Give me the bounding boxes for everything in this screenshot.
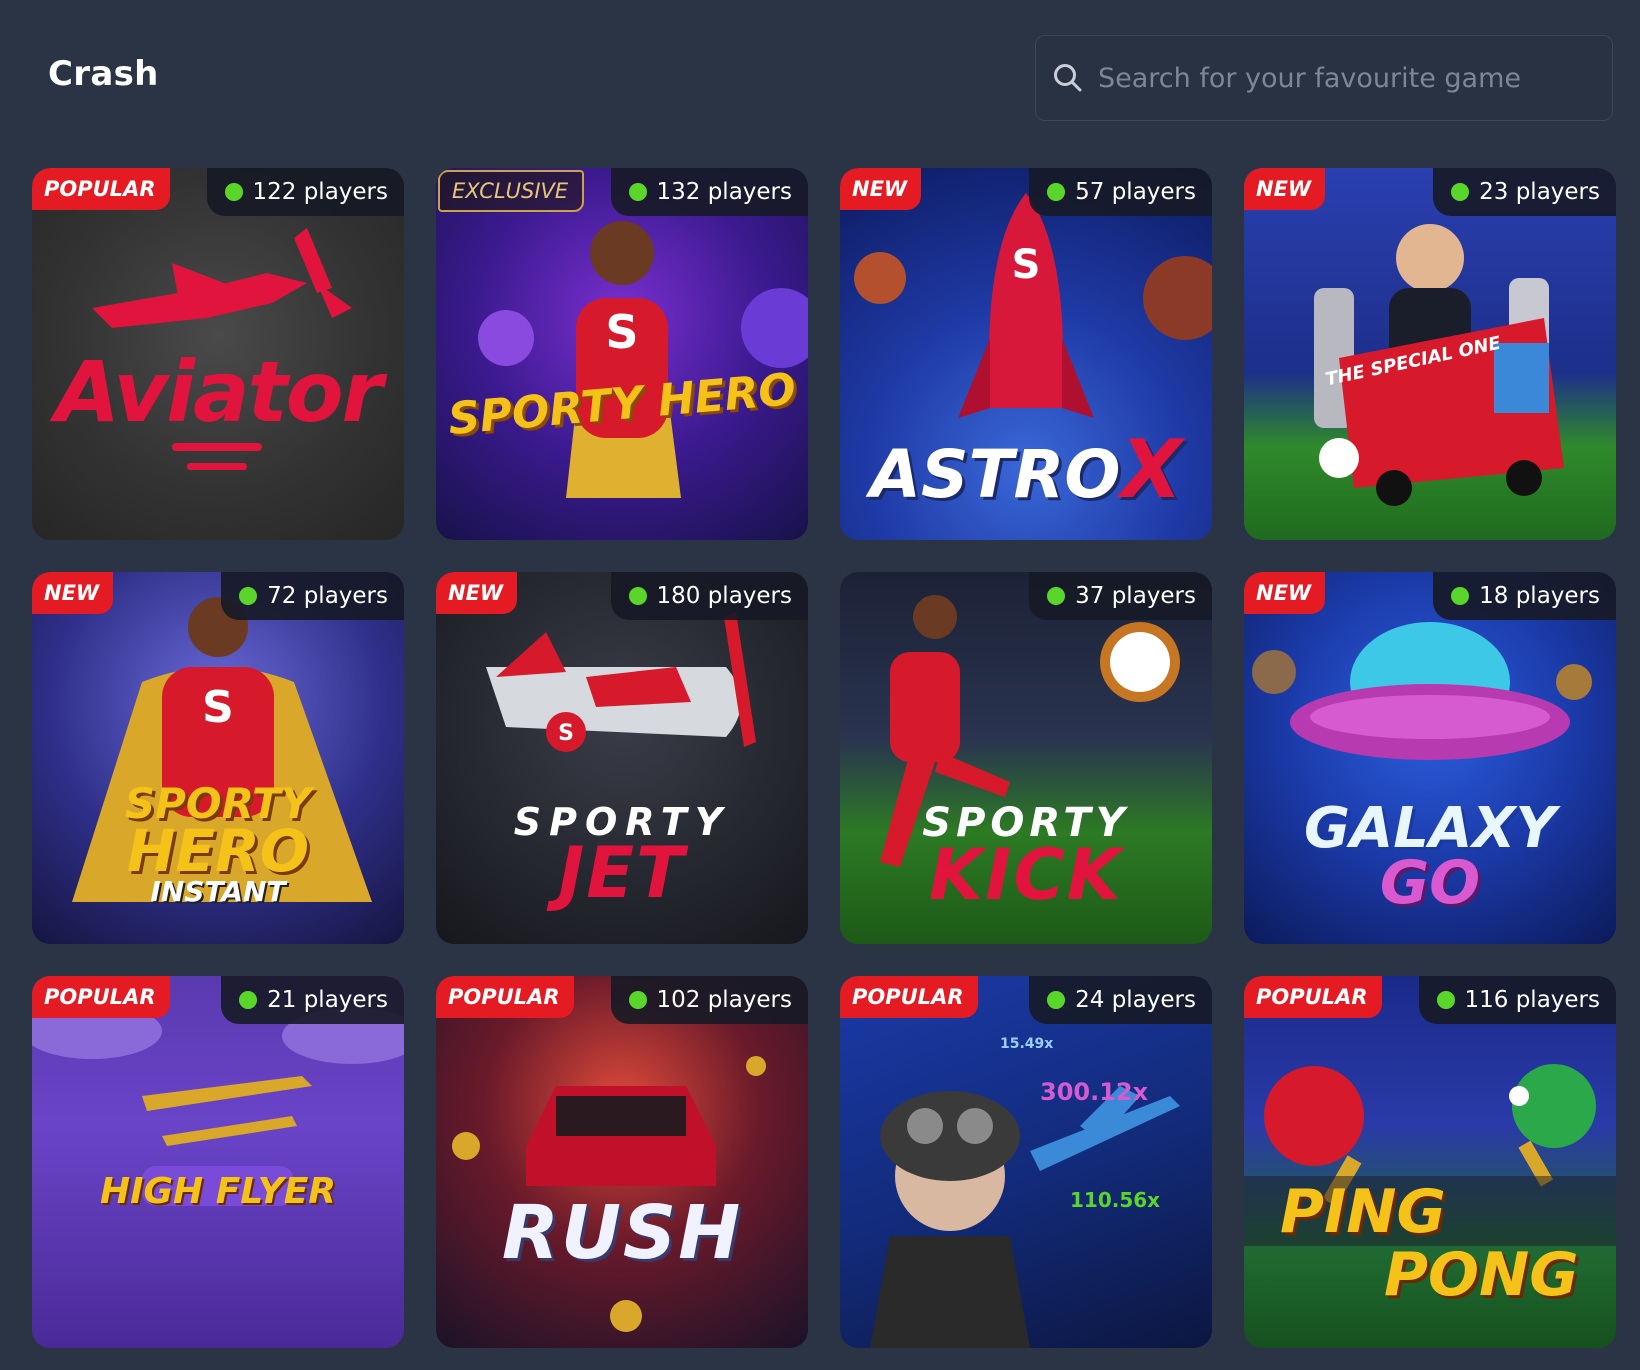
game-logo: ASTROX — [869, 423, 1183, 516]
svg-text:S: S — [202, 682, 234, 733]
game-tag: NEW — [1244, 572, 1326, 614]
game-logo: RUSH — [501, 1190, 743, 1276]
player-count: 180 players — [610, 572, 808, 620]
game-thumbnail — [436, 976, 808, 1348]
multiplier-label: 110.56x — [1070, 1188, 1161, 1212]
game-card-sporty-kick[interactable]: SPORTY KICK 37 players — [840, 572, 1212, 944]
game-tag: NEW — [436, 572, 518, 614]
player-count: 116 players — [1418, 976, 1616, 1024]
svg-text:S: S — [1012, 242, 1041, 288]
player-count: 37 players — [1029, 572, 1212, 620]
game-card-astro-x[interactable]: S ASTROX NEW 57 players — [840, 168, 1212, 540]
game-logo: GALAXY GO — [1303, 796, 1557, 919]
online-dot-icon — [628, 587, 647, 605]
online-dot-icon — [224, 183, 243, 201]
game-tag: EXCLUSIVE — [438, 170, 585, 212]
game-card-special-one[interactable]: THE SPECIAL ONE NEW 23 players — [1244, 168, 1616, 540]
game-tag: POPULAR — [32, 168, 170, 210]
online-dot-icon — [1047, 991, 1066, 1009]
game-card-galaxy-go[interactable]: GALAXY GO NEW 18 players — [1244, 572, 1616, 944]
game-card-aviator[interactable]: Aviator POPULAR 122 players — [32, 168, 404, 540]
game-logo: SPORTY JET — [513, 800, 731, 915]
games-grid: Aviator POPULAR 122 players S SPORTY HER… — [0, 0, 1640, 1370]
game-logo: Aviator — [55, 343, 383, 441]
player-count: 21 players — [221, 976, 404, 1024]
game-thumbnail: S — [436, 168, 808, 540]
game-logo: PING PONG — [1280, 1177, 1579, 1310]
game-tag: NEW — [840, 168, 922, 210]
multiplier-label: 15.49x — [1000, 1036, 1054, 1052]
online-dot-icon — [239, 587, 258, 605]
multiplier-label: 300.12x — [1040, 1078, 1149, 1106]
game-card-ping-pong[interactable]: PING PONG POPULAR 116 players — [1244, 976, 1616, 1348]
game-logo: HIGH FLYER — [99, 1171, 337, 1212]
game-card-sporty-hero[interactable]: S SPORTY HERO EXCLUSIVE 132 players — [436, 168, 808, 540]
player-count: 24 players — [1029, 976, 1212, 1024]
online-dot-icon — [1436, 991, 1455, 1009]
game-tag: POPULAR — [1244, 976, 1382, 1018]
game-tag: NEW — [32, 572, 114, 614]
game-tag: POPULAR — [436, 976, 574, 1018]
player-count: 72 players — [221, 572, 404, 620]
online-dot-icon — [1451, 183, 1470, 201]
online-dot-icon — [628, 183, 647, 201]
player-count: 57 players — [1029, 168, 1212, 216]
online-dot-icon — [239, 991, 258, 1009]
svg-text:S: S — [605, 305, 638, 359]
game-tag: POPULAR — [32, 976, 170, 1018]
player-count: 102 players — [610, 976, 808, 1024]
game-logo: SPORTY KICK — [922, 800, 1130, 916]
svg-text:S: S — [558, 721, 574, 746]
game-tag: NEW — [1244, 168, 1326, 210]
game-card-sporty-hero-instant[interactable]: S SPORTY HERO INSTANT NEW 72 players — [32, 572, 404, 944]
player-count: 132 players — [610, 168, 808, 216]
game-logo: SPORTY HERO INSTANT — [124, 779, 312, 908]
player-count: 23 players — [1433, 168, 1616, 216]
player-count: 18 players — [1433, 572, 1616, 620]
online-dot-icon — [628, 991, 647, 1009]
online-dot-icon — [1047, 183, 1066, 201]
online-dot-icon — [1047, 587, 1066, 605]
game-card-pilot[interactable]: 15.49x 300.12x 110.56x POPULAR 24 player… — [840, 976, 1212, 1348]
game-card-high-flyer[interactable]: HIGH FLYER POPULAR 21 players — [32, 976, 404, 1348]
game-card-rush[interactable]: RUSH POPULAR 102 players — [436, 976, 808, 1348]
game-thumbnail — [840, 976, 1212, 1348]
game-card-sporty-jet[interactable]: S SPORTY JET NEW 180 players — [436, 572, 808, 944]
online-dot-icon — [1451, 587, 1470, 605]
game-thumbnail — [32, 976, 404, 1348]
player-count: 122 players — [206, 168, 404, 216]
game-tag: POPULAR — [840, 976, 978, 1018]
